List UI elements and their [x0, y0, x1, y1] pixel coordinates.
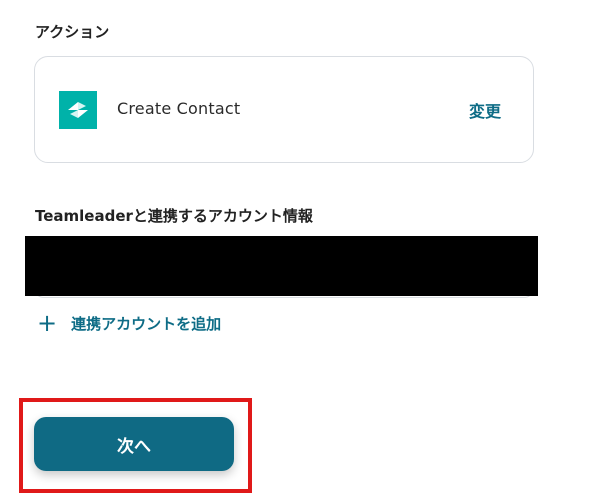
flow-step-settings-page: アクション Create Contact 変更 Teamleaderと連携するア… — [0, 0, 595, 495]
redacted-account-info — [25, 236, 538, 296]
action-section-label: アクション — [35, 23, 110, 41]
change-action-link[interactable]: 変更 — [469, 98, 501, 122]
add-account-link[interactable]: + 連携アカウントを追加 — [37, 311, 221, 335]
plus-icon: + — [37, 309, 58, 337]
next-button[interactable]: 次へ — [34, 417, 234, 471]
action-name: Create Contact — [117, 99, 241, 118]
account-section-label: Teamleaderと連携するアカウント情報 — [35, 207, 313, 225]
action-card: Create Contact 変更 — [34, 56, 534, 163]
add-account-label: 連携アカウントを追加 — [71, 314, 222, 333]
teamleader-logo-icon — [59, 91, 97, 129]
